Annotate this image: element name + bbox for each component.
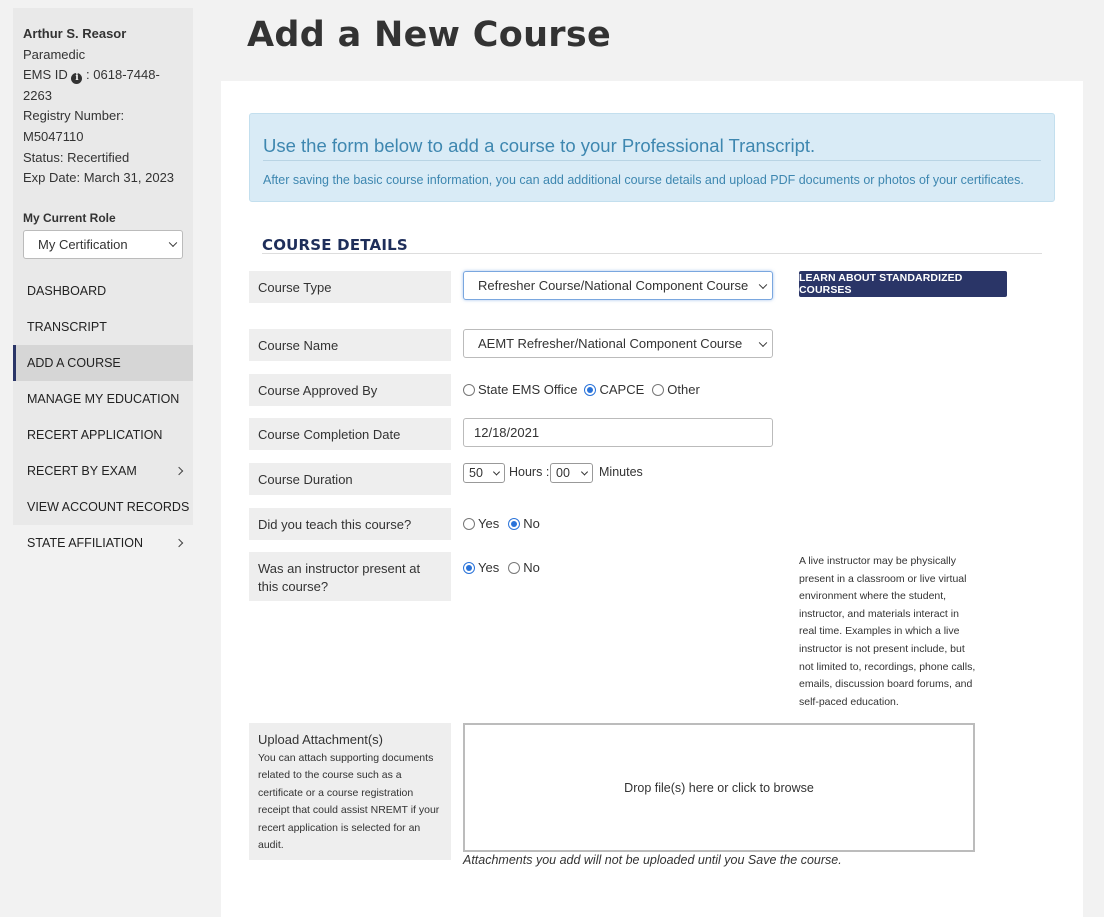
- upload-attachments-panel: Upload Attachment(s) You can attach supp…: [249, 723, 451, 860]
- nav-item-label: RECERT APPLICATION: [27, 427, 163, 442]
- radio-label-no: No: [523, 560, 540, 575]
- course-name-label: Course Name: [249, 329, 451, 361]
- nav-item-recert-application[interactable]: RECERT APPLICATION: [13, 417, 193, 453]
- nav-item-label: DASHBOARD: [27, 283, 107, 298]
- nav-item-state-affiliation[interactable]: STATE AFFILIATION: [13, 525, 193, 561]
- current-role-value: My Certification: [38, 236, 128, 252]
- chevron-down-icon: [758, 280, 768, 289]
- approved-by-label: Course Approved By: [249, 374, 451, 406]
- completion-date-input[interactable]: 12/18/2021: [463, 418, 773, 447]
- course-type-value: Refresher Course/National Component Cour…: [478, 278, 749, 293]
- duration-minutes-select[interactable]: 00: [550, 463, 593, 483]
- sidebar: Arthur S. Reasor Paramedic EMS ID i : 06…: [13, 8, 193, 550]
- radio-label-yes: Yes: [478, 516, 500, 531]
- alert-divider: [263, 160, 1041, 161]
- profile-card: Arthur S. Reasor Paramedic EMS ID i : 06…: [13, 8, 193, 189]
- radio-label-state-ems-office: State EMS Office: [478, 382, 578, 397]
- instructor-present-label: Was an instructor present at this course…: [249, 552, 451, 601]
- chevron-down-icon: [758, 338, 768, 347]
- duration-label: Course Duration: [249, 463, 451, 495]
- radio-state-ems-office[interactable]: [463, 383, 475, 396]
- radio-label-other: Other: [667, 382, 700, 397]
- hours-label: Hours :: [509, 465, 550, 479]
- duration-hours-select[interactable]: 50: [463, 463, 505, 483]
- attachments-note: Attachments you add will not be uploaded…: [463, 853, 842, 867]
- user-role: Paramedic: [23, 46, 86, 62]
- expiration-date: Exp Date: March 31, 2023: [23, 170, 175, 186]
- taught-course-label: Did you teach this course?: [249, 508, 451, 540]
- alert-text: After saving the basic course informatio…: [263, 173, 1024, 187]
- radio-label-yes: Yes: [478, 560, 500, 575]
- ems-id-label: EMS ID: [23, 67, 68, 83]
- nav-item-view-account-records[interactable]: VIEW ACCOUNT RECORDS: [13, 489, 193, 525]
- nav-item-label: ADD A COURSE: [27, 355, 121, 370]
- course-name-value: AEMT Refresher/National Component Course: [478, 336, 743, 351]
- chevron-down-icon: [168, 238, 178, 248]
- instructor-present-radio-group: Yes No: [463, 560, 540, 575]
- nav-item-add-a-course[interactable]: ADD A COURSE: [13, 344, 193, 381]
- ems-id: EMS ID i : 0618-7448-2263: [23, 65, 183, 106]
- upload-attachments-label: Upload Attachment(s): [258, 732, 384, 747]
- upload-attachments-description: You can attach supporting documents rela…: [258, 751, 440, 852]
- certification-status: Status: Recertified: [23, 149, 130, 165]
- approved-by-radio-group: State EMS Office CAPCE Other: [463, 382, 700, 397]
- duration-hours-value: 50: [469, 466, 483, 480]
- file-dropzone[interactable]: Drop file(s) here or click to browse: [463, 723, 975, 852]
- course-name-select[interactable]: AEMT Refresher/National Component Course: [463, 329, 773, 358]
- radio-label-capce: CAPCE: [599, 382, 645, 397]
- nav-item-label: TRANSCRIPT: [27, 319, 107, 334]
- course-type-select[interactable]: Refresher Course/National Component Cour…: [463, 271, 773, 300]
- nav-item-label: MANAGE MY EDUCATION: [27, 391, 180, 406]
- chevron-right-icon: [174, 466, 184, 475]
- alert-heading: Use the form below to add a course to yo…: [263, 135, 816, 156]
- completion-date-label: Course Completion Date: [249, 418, 451, 450]
- sidebar-nav: DASHBOARD TRANSCRIPT ADD A COURSE MANAGE…: [13, 273, 193, 561]
- nav-item-manage-my-education[interactable]: MANAGE MY EDUCATION: [13, 381, 193, 417]
- nav-item-recert-by-exam[interactable]: RECERT BY EXAM: [13, 453, 193, 489]
- radio-taught-no[interactable]: [508, 517, 521, 530]
- info-alert: Use the form below to add a course to yo…: [249, 113, 1055, 202]
- registry-number: Registry Number: M5047110: [23, 108, 125, 144]
- instructor-help-text: A live instructor may be physically pres…: [799, 555, 976, 708]
- nav-item-label: RECERT BY EXAM: [27, 463, 137, 478]
- radio-instructor-no[interactable]: [508, 561, 521, 574]
- radio-instructor-yes[interactable]: [463, 561, 475, 574]
- chevron-down-icon: [580, 468, 589, 476]
- nav-item-dashboard[interactable]: DASHBOARD: [13, 273, 193, 309]
- section-title: COURSE DETAILS: [262, 236, 408, 254]
- info-icon[interactable]: i: [71, 73, 83, 85]
- user-name: Arthur S. Reasor: [23, 26, 127, 41]
- chevron-right-icon: [174, 538, 184, 547]
- course-type-label: Course Type: [249, 271, 451, 303]
- duration-minutes-value: 00: [556, 466, 570, 480]
- minutes-label: Minutes: [599, 465, 643, 479]
- radio-label-no: No: [523, 516, 540, 531]
- nav-item-transcript[interactable]: TRANSCRIPT: [13, 309, 193, 345]
- nav-item-label: VIEW ACCOUNT RECORDS: [27, 499, 190, 514]
- radio-other[interactable]: [652, 383, 665, 396]
- chevron-down-icon: [492, 468, 501, 476]
- page-title: Add a New Course: [247, 15, 612, 55]
- nav-item-label: STATE AFFILIATION: [27, 535, 143, 550]
- taught-course-radio-group: Yes No: [463, 516, 540, 531]
- dropzone-text: Drop file(s) here or click to browse: [624, 780, 814, 795]
- learn-standardized-courses-button[interactable]: LEARN ABOUT STANDARDIZED COURSES: [799, 271, 1007, 297]
- current-role-select[interactable]: My Certification: [23, 229, 183, 259]
- radio-taught-yes[interactable]: [463, 517, 475, 530]
- radio-capce[interactable]: [584, 383, 597, 396]
- section-divider: [262, 253, 1042, 254]
- current-role-label: My Current Role: [23, 210, 116, 225]
